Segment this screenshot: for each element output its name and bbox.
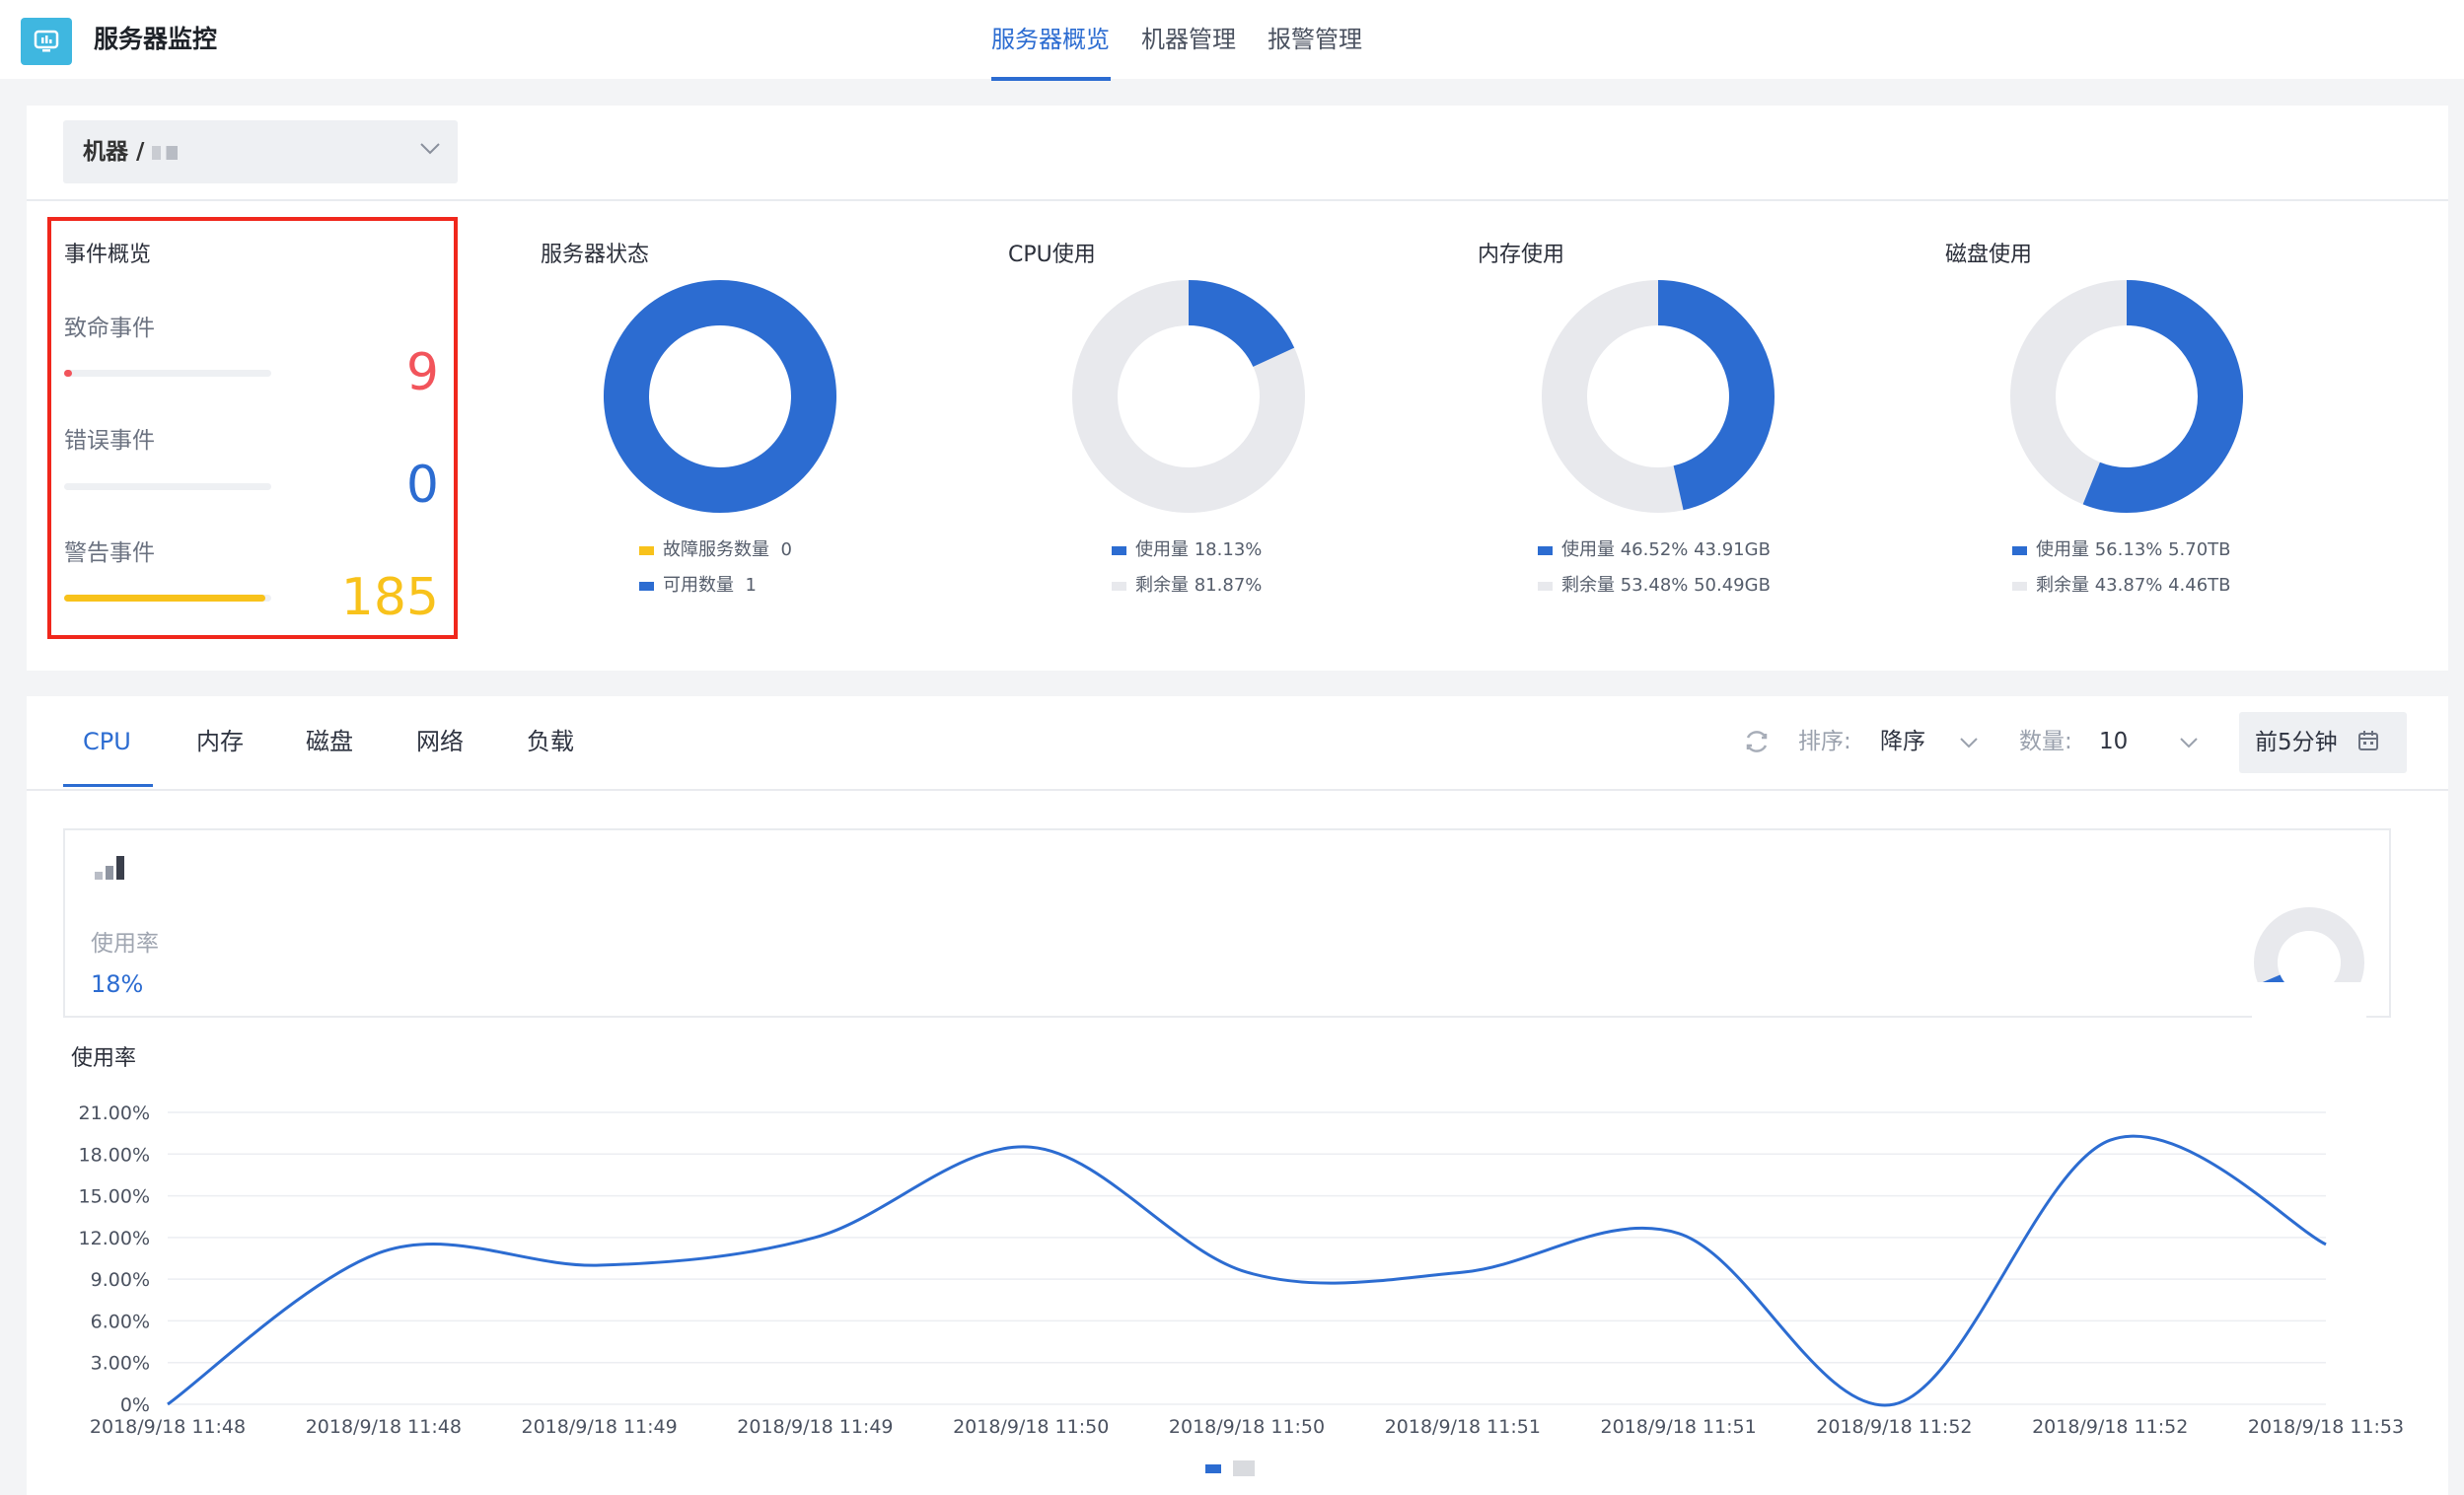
donut-used-arc [1657,280,1775,511]
x-tick-label: 2018/9/18 11:51 [1385,1416,1541,1438]
legend-swatch [1112,581,1126,591]
warning-event-bar [64,595,271,602]
count-chevron-down-icon[interactable] [2179,737,2199,748]
x-tick-label: 2018/9/18 11:50 [1169,1416,1325,1438]
x-tick-label: 2018/9/18 11:52 [1816,1416,1972,1438]
x-tick-label: 2018/9/18 11:49 [521,1416,677,1438]
chart-legend-masked-label [1233,1460,1255,1476]
chevron-down-icon[interactable] [419,142,441,156]
app-logo-icon [21,18,72,65]
gauge-mask [2252,982,2366,1020]
legend-item: 使用量 46.52% 43.91GB [1538,538,1771,562]
legend-swatch [639,581,654,591]
memory-usage-donut [1542,280,1775,513]
y-tick-label: 9.00% [91,1269,150,1291]
event-overview-title: 事件概览 [64,243,152,267]
server-status-donut [604,280,836,513]
legend-swatch [2012,581,2027,591]
time-range-label: 前5分钟 [2255,730,2338,755]
legend-swatch [1538,545,1553,555]
server-status-title: 服务器状态 [541,243,650,267]
warning-event-count: 185 [340,568,439,627]
calendar-icon[interactable] [2356,729,2380,752]
y-tick-label: 15.00% [79,1186,150,1208]
error-event-bar [64,483,271,490]
legend-swatch [1538,581,1553,591]
fatal-event-bar-fill [64,370,73,377]
legend-swatch [1112,545,1126,555]
y-tick-label: 3.00% [91,1353,150,1375]
warning-event-label: 警告事件 [64,540,155,566]
legend-item: 故障服务数量 0 [639,538,792,562]
x-tick-label: 2018/9/18 11:48 [90,1416,246,1438]
donut-used-arc [2082,280,2243,513]
cpu-usage-donut [1072,280,1305,513]
bar-chart-icon [95,856,124,880]
tab-memory[interactable]: 内存 [196,726,244,757]
usage-gauge [2252,907,2366,1020]
disk-usage-title: 磁盘使用 [1945,243,2033,267]
usage-summary-panel [63,828,2391,1018]
machine-select-label: 机器 / [83,136,179,168]
memory-usage-title: 内存使用 [1478,243,1565,267]
tab-load[interactable]: 负载 [527,726,574,757]
y-tick-label: 12.00% [79,1228,150,1249]
y-tick-label: 6.00% [91,1311,150,1332]
nav-active-underline [991,77,1111,81]
count-label: 数量: [2019,729,2072,754]
error-event-label: 错误事件 [64,428,155,454]
sort-chevron-down-icon[interactable] [1959,737,1979,748]
y-tick-label: 0% [120,1394,150,1416]
nav-tab-machines[interactable]: 机器管理 [1141,22,1236,57]
nav-tab-alerts[interactable]: 报警管理 [1268,22,1362,57]
tab-network[interactable]: 网络 [416,726,464,757]
nav-tab-overview[interactable]: 服务器概览 [991,22,1110,57]
legend-swatch [639,545,654,555]
y-tick-label: 21.00% [79,1103,150,1124]
tab-active-underline [63,784,153,787]
masked-machine-name [152,145,179,160]
warning-event-bar-fill [64,595,265,602]
legend-swatch [2012,545,2027,555]
tab-disk[interactable]: 磁盘 [306,726,353,757]
monitor-icon [34,30,59,52]
donut-used-arc [1188,280,1295,368]
x-tick-label: 2018/9/18 11:48 [306,1416,462,1438]
fatal-event-bar [64,370,271,377]
cpu-usage-title: CPU使用 [1008,243,1096,267]
legend-item: 使用量 18.13% [1112,538,1262,562]
y-tick-label: 18.00% [79,1144,150,1166]
legend-item: 可用数量 1 [639,574,757,598]
sort-label: 排序: [1798,729,1851,754]
legend-item: 剩余量 81.87% [1112,574,1262,598]
tab-cpu[interactable]: CPU [83,726,131,757]
x-tick-label: 2018/9/18 11:52 [2032,1416,2188,1438]
legend-item: 剩余量 53.48% 50.49GB [1538,574,1771,598]
sort-select[interactable]: 降序 [1880,726,1925,757]
x-tick-label: 2018/9/18 11:51 [1600,1416,1756,1438]
refresh-icon[interactable] [1742,727,1772,756]
app-title: 服务器监控 [94,25,218,53]
card-divider [27,199,2448,201]
disk-usage-donut [2010,280,2243,513]
cpu-usage-line-chart: 21.00% 18.00% 15.00% 12.00% 9.00% 6.00% 3.00% 0… [79,1103,2404,1476]
x-tick-label: 2018/9/18 11:53 [2248,1416,2404,1438]
legend-item: 剩余量 43.87% 4.46TB [2012,574,2231,598]
x-tick-label: 2018/9/18 11:49 [737,1416,893,1438]
usage-summary-label: 使用率 [91,931,159,957]
tabs-divider [27,789,2448,791]
x-tick-label: 2018/9/18 11:50 [953,1416,1109,1438]
chart-legend-swatch [1205,1464,1221,1473]
fatal-event-count: 9 [405,343,439,402]
fatal-event-label: 致命事件 [64,316,155,341]
cpu-usage-series-line [167,1134,2327,1407]
usage-summary-value: 18% [91,970,144,998]
legend-item: 使用量 56.13% 5.70TB [2012,538,2231,562]
error-event-count: 0 [405,456,439,515]
count-select[interactable]: 10 [2099,726,2128,757]
donut-used-arc [604,280,836,513]
